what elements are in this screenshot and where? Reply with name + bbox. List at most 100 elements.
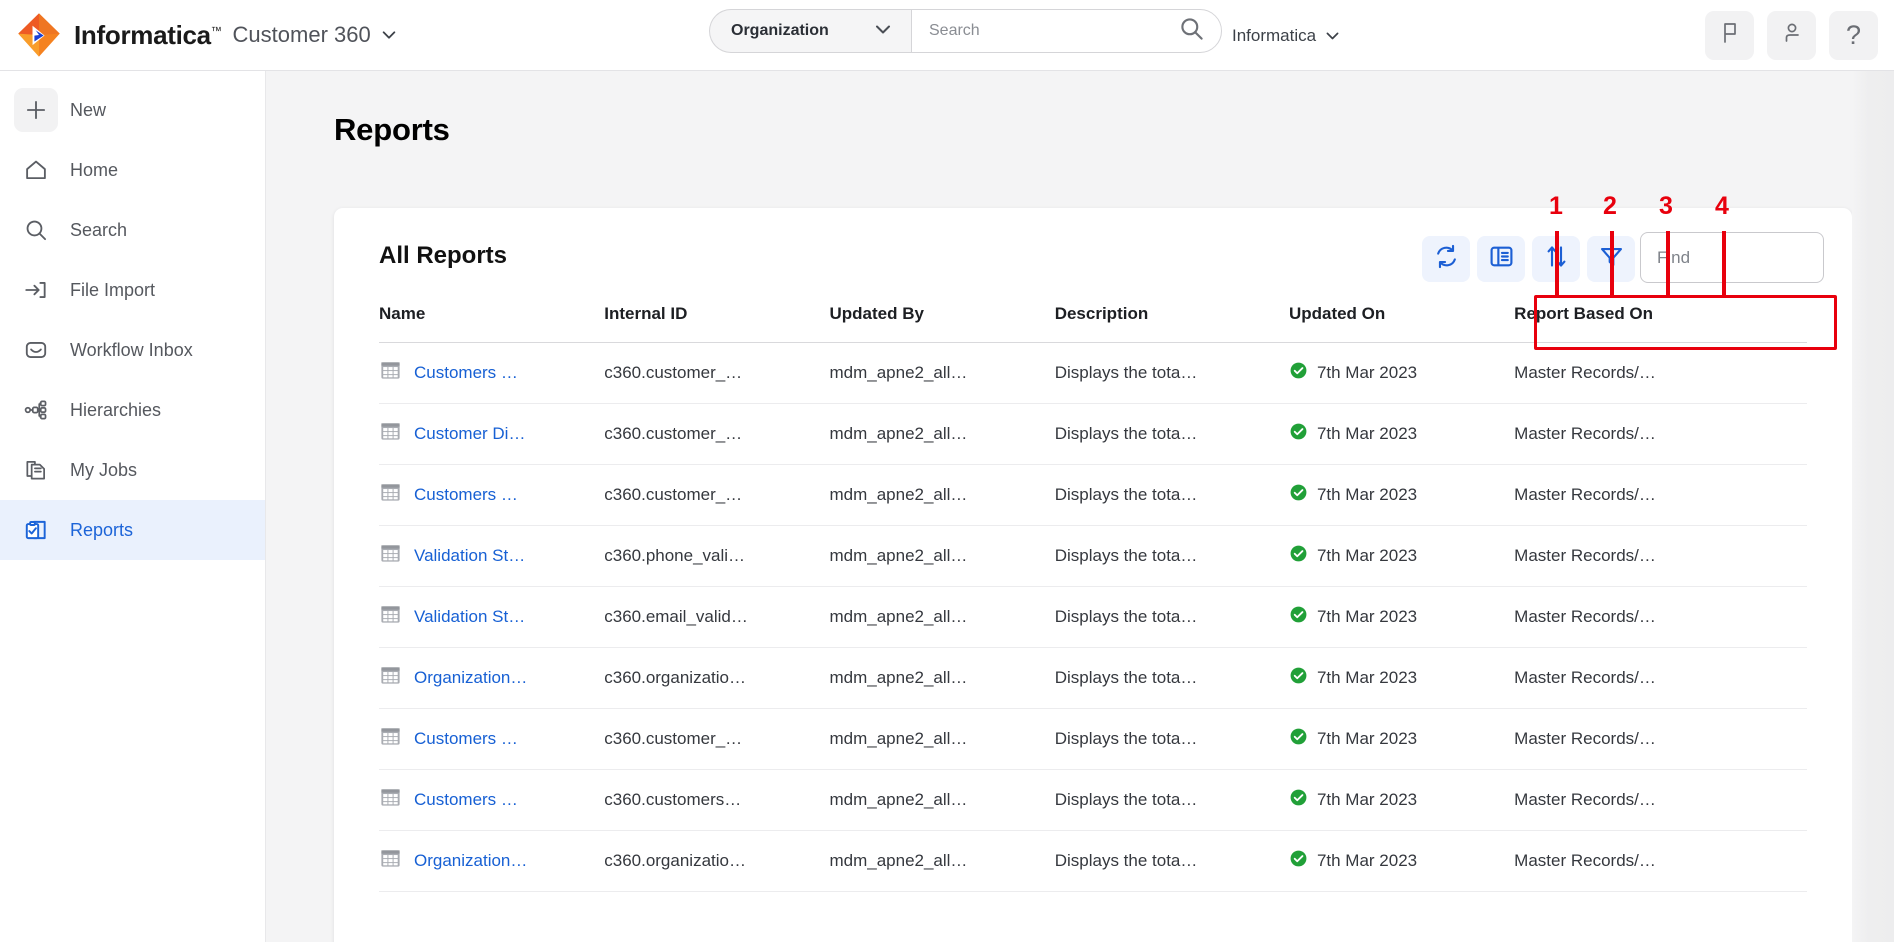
reports-toolbar xyxy=(1422,236,1635,282)
column-header-description[interactable]: Description xyxy=(1054,304,1289,343)
annotation-leader-3 xyxy=(1666,231,1670,295)
cell-report-based-on: Master Records/… xyxy=(1514,586,1807,648)
cell-updated-by: mdm_apne2_all… xyxy=(829,708,1055,770)
cell-report-based-on: Master Records/… xyxy=(1514,769,1807,831)
table-row[interactable]: Customers … c360.customer_… mdm_apne2_all…… xyxy=(379,464,1807,526)
chevron-down-icon xyxy=(873,19,893,44)
table-row[interactable]: Organization… c360.organizatio… mdm_apne2_… xyxy=(379,647,1807,709)
trademark-symbol: ™ xyxy=(210,24,222,37)
status-success-icon xyxy=(1289,788,1308,812)
status-success-icon xyxy=(1290,423,1307,440)
brand-block: Informatica™ Customer 360 xyxy=(0,12,398,58)
flag-button[interactable] xyxy=(1705,11,1754,60)
inbox-icon xyxy=(14,328,58,372)
sidebar-item-label: Hierarchies xyxy=(70,399,162,420)
entity-type-select[interactable]: Organization xyxy=(709,9,911,53)
updated-on-value: 7th Mar 2023 xyxy=(1316,790,1418,809)
column-layout-button[interactable] xyxy=(1477,236,1525,282)
cell-description: Displays the tota… xyxy=(1054,342,1289,404)
sidebar-item-search[interactable]: Search xyxy=(0,200,265,260)
updated-on-value: 7th Mar 2023 xyxy=(1316,363,1418,382)
user-icon xyxy=(1780,21,1804,50)
table-grid-icon xyxy=(381,545,400,562)
cell-internal-id: c360.customers… xyxy=(604,769,830,831)
cell-internal-id: c360.customer_… xyxy=(604,403,830,465)
status-success-icon xyxy=(1290,484,1307,501)
hierarchy-icon xyxy=(14,388,58,432)
account-button[interactable] xyxy=(1767,11,1816,60)
global-search-field[interactable] xyxy=(911,9,1222,53)
columns-icon xyxy=(1488,243,1515,275)
sidebar-item-workflow-inbox[interactable]: Workflow Inbox xyxy=(0,320,265,380)
status-success-icon xyxy=(1290,789,1307,806)
report-name-link[interactable]: Customers … xyxy=(414,729,518,749)
all-reports-card: All Reports Find Name Internal ID Update… xyxy=(334,208,1852,942)
cell-description: Displays the tota… xyxy=(1054,830,1289,892)
find-input[interactable] xyxy=(1657,247,1807,268)
column-header-updated-by[interactable]: Updated By xyxy=(829,304,1055,343)
report-name-link[interactable]: Organization… xyxy=(414,668,527,688)
table-grid-icon xyxy=(381,667,400,684)
user-menu-chevron-down-icon xyxy=(1324,27,1341,44)
app-switcher-chevron-down-icon[interactable] xyxy=(380,26,398,44)
table-row[interactable]: Organization… c360.organizatio… mdm_apne2_… xyxy=(379,830,1807,892)
sidebar-item-home[interactable]: Home xyxy=(0,140,265,200)
table-grid-icon xyxy=(379,847,402,875)
search-input[interactable] xyxy=(929,22,1178,40)
table-grid-icon xyxy=(379,420,402,448)
table-row[interactable]: Customer Di… c360.customer_… mdm_apne2_all… xyxy=(379,403,1807,465)
report-name-link[interactable]: Customers … xyxy=(414,363,518,383)
table-row[interactable]: Customers … c360.customers… mdm_apne2_all…… xyxy=(379,769,1807,831)
table-row[interactable]: Customers … c360.customer_… mdm_apne2_all…… xyxy=(379,342,1807,404)
status-success-icon xyxy=(1290,667,1307,684)
column-header-internal-id[interactable]: Internal ID xyxy=(604,304,830,343)
table-grid-icon xyxy=(379,481,402,509)
column-header-updated-on[interactable]: Updated On xyxy=(1288,304,1515,343)
annotation-leader-4 xyxy=(1722,231,1726,295)
column-header-report-based-on[interactable]: Report Based On xyxy=(1514,304,1807,343)
table-row[interactable]: Customers … c360.customer_… mdm_apne2_all…… xyxy=(379,708,1807,770)
sidebar-item-label: My Jobs xyxy=(70,459,138,480)
cell-description: Displays the tota… xyxy=(1054,403,1289,465)
reports-table-wrap: Name Internal ID Updated By Description … xyxy=(334,304,1852,892)
status-success-icon xyxy=(1289,483,1308,507)
help-button[interactable]: ? xyxy=(1829,11,1878,60)
cell-updated-by: mdm_apne2_all… xyxy=(829,464,1055,526)
search-icon xyxy=(14,208,58,252)
table-grid-icon xyxy=(379,786,402,814)
table-grid-icon xyxy=(381,850,400,867)
status-success-icon xyxy=(1289,666,1308,690)
table-grid-icon xyxy=(381,484,400,501)
report-name-link[interactable]: Customers … xyxy=(414,790,518,810)
table-row[interactable]: Validation St… c360.email_valid… mdm_apne2… xyxy=(379,586,1807,648)
status-success-icon xyxy=(1290,545,1307,562)
table-grid-icon xyxy=(381,606,400,623)
report-name-link[interactable]: Customer Di… xyxy=(414,424,525,444)
cell-name: Organization… xyxy=(379,647,605,709)
cell-updated-on: 7th Mar 2023 xyxy=(1288,464,1515,526)
refresh-button[interactable] xyxy=(1422,236,1470,282)
search-icon[interactable] xyxy=(1178,15,1205,47)
reports-icon xyxy=(14,508,58,552)
report-name-link[interactable]: Customers … xyxy=(414,485,518,505)
column-header-name[interactable]: Name xyxy=(379,304,605,343)
report-name-link[interactable]: Validation St… xyxy=(414,607,525,627)
header-icon-buttons: ? xyxy=(1705,0,1878,71)
table-row[interactable]: Validation St… c360.phone_vali… mdm_apne2_… xyxy=(379,525,1807,587)
sidebar-item-hierarchies[interactable]: Hierarchies xyxy=(0,380,265,440)
annotation-number-4: 4 xyxy=(1715,192,1729,220)
cell-internal-id: c360.customer_… xyxy=(604,342,830,404)
sidebar-item-file-import[interactable]: File Import xyxy=(0,260,265,320)
cell-updated-on: 7th Mar 2023 xyxy=(1288,647,1515,709)
jobs-icon xyxy=(14,448,58,492)
user-menu[interactable]: Informatica xyxy=(1232,0,1341,71)
sidebar-item-new[interactable]: New xyxy=(0,80,265,140)
report-name-link[interactable]: Validation St… xyxy=(414,546,525,566)
report-name-link[interactable]: Organization… xyxy=(414,851,527,871)
cell-report-based-on: Master Records/… xyxy=(1514,403,1807,465)
status-success-icon xyxy=(1289,544,1308,568)
status-success-icon xyxy=(1289,422,1308,446)
sidebar-item-reports[interactable]: Reports xyxy=(0,500,265,560)
cell-updated-on: 7th Mar 2023 xyxy=(1288,586,1515,648)
sidebar-item-my-jobs[interactable]: My Jobs xyxy=(0,440,265,500)
